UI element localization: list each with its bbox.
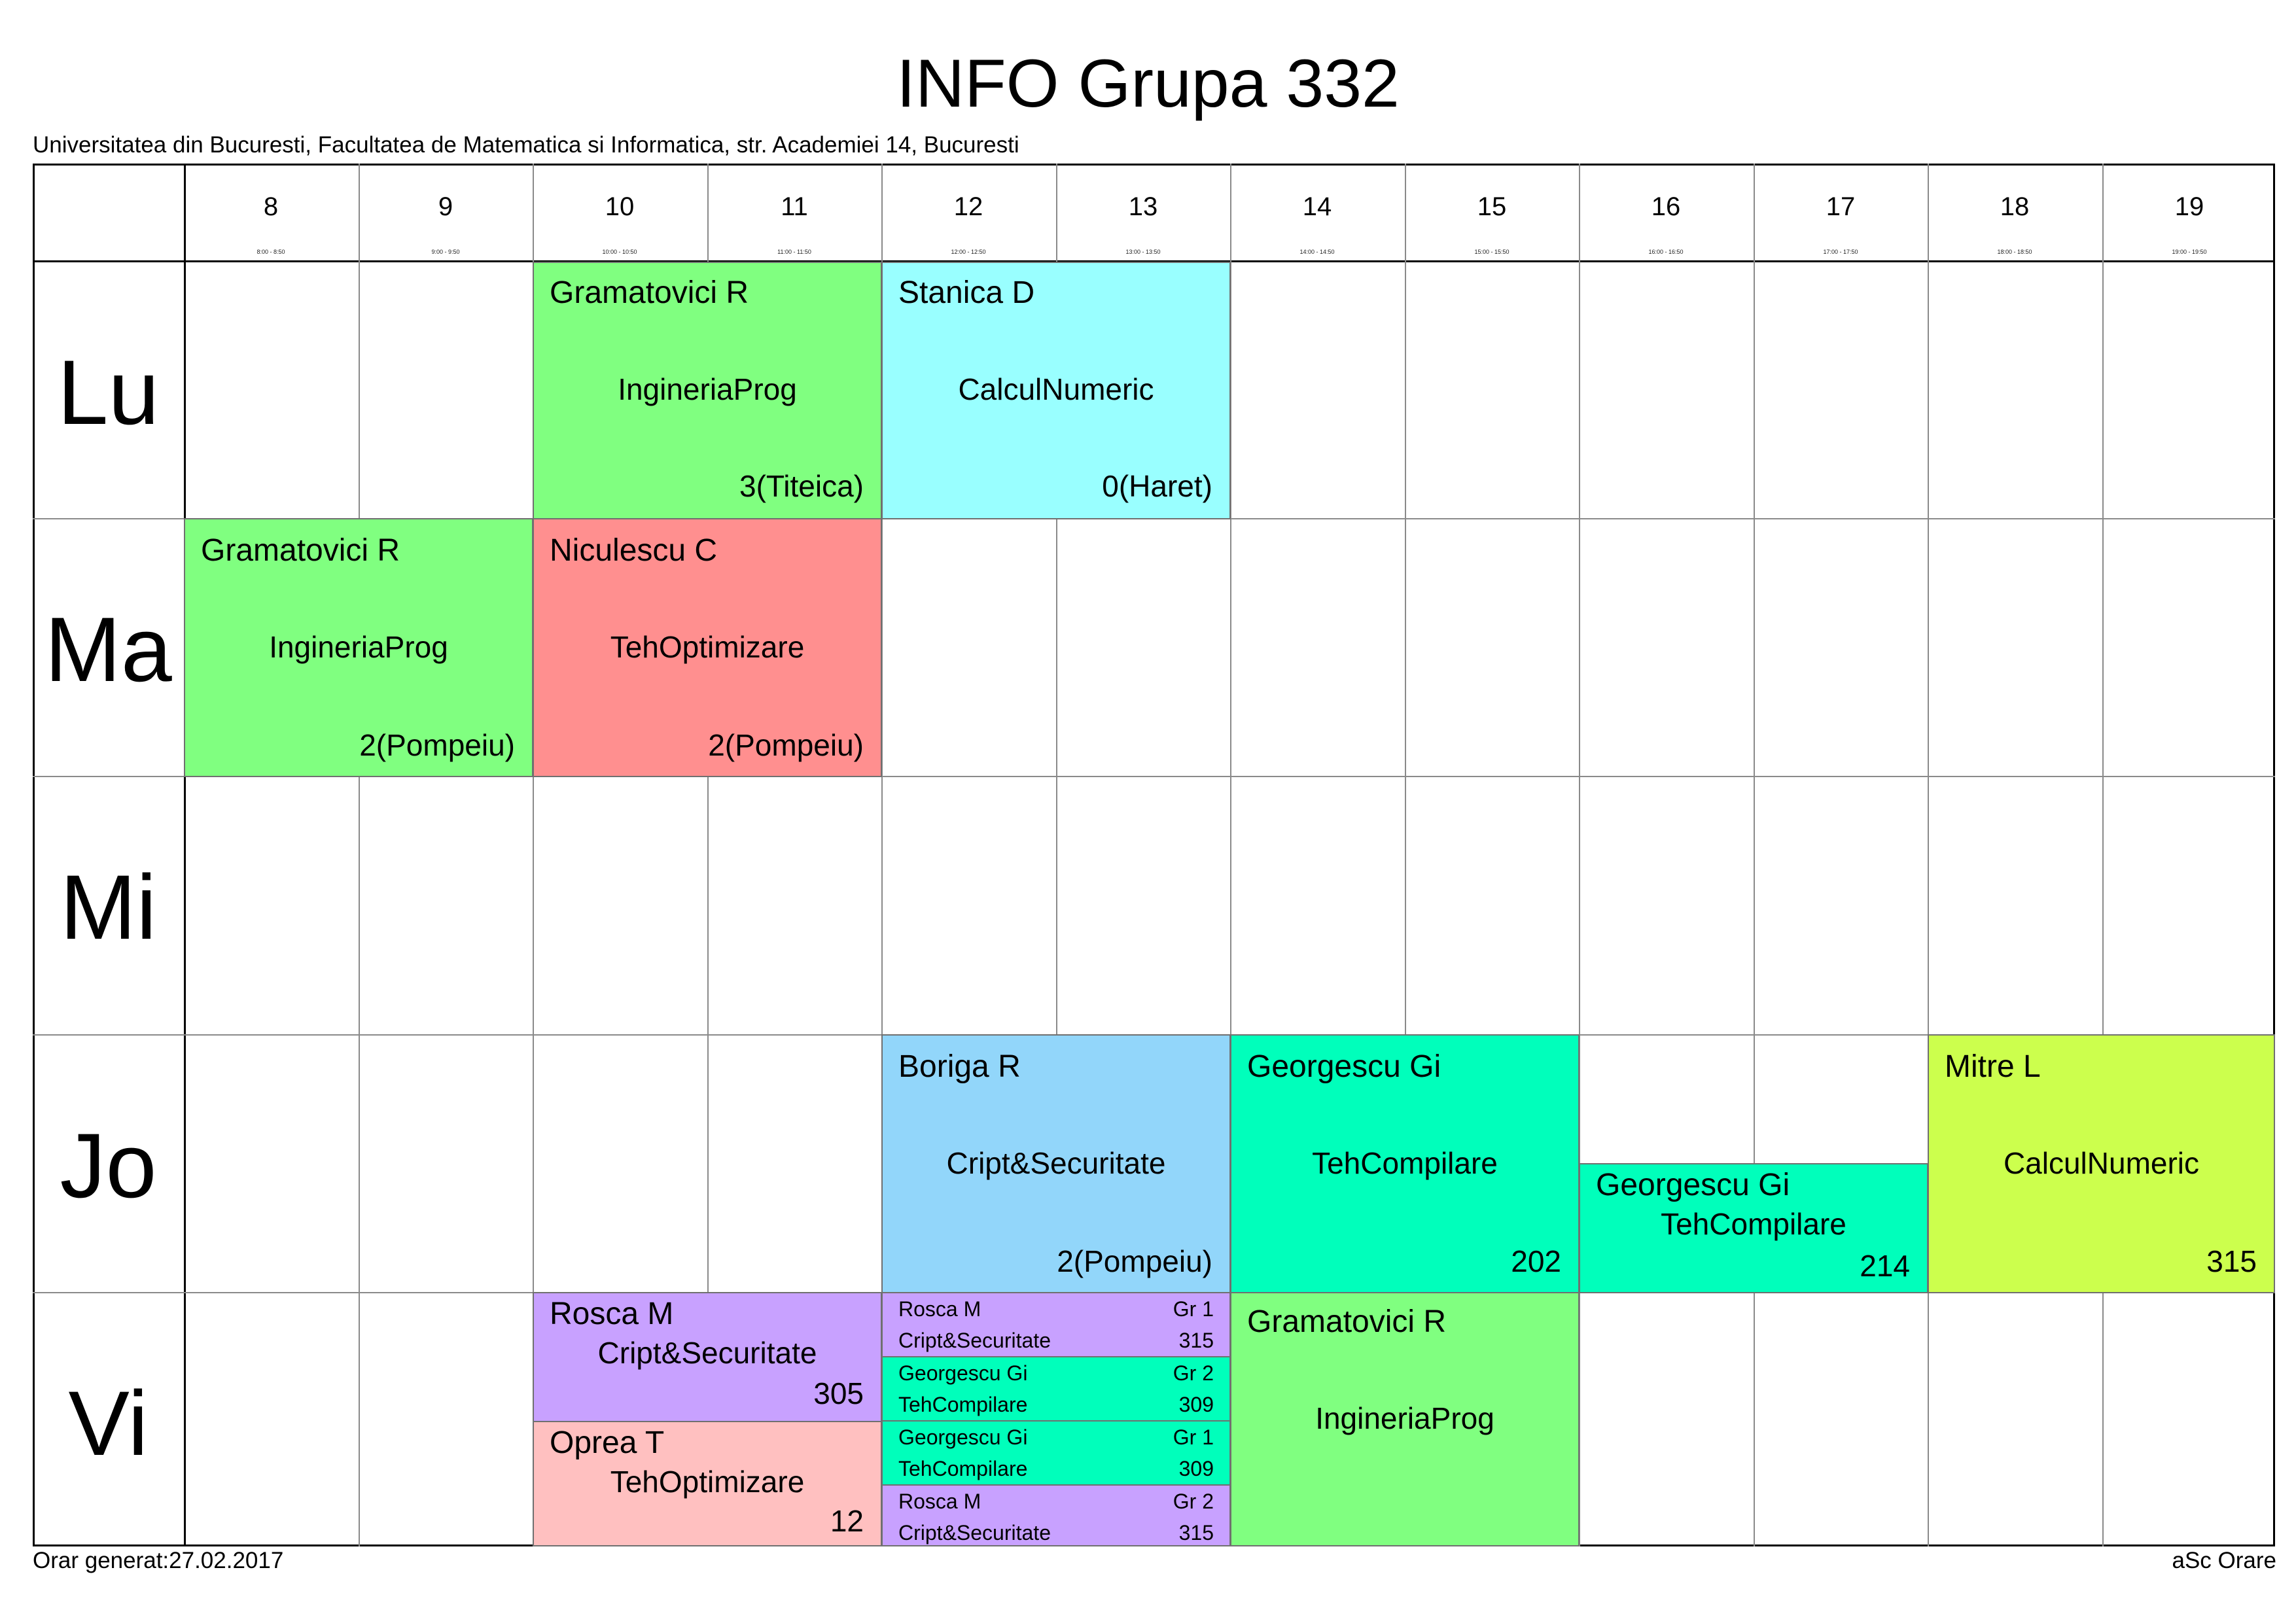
lesson-room: 315 (2206, 1244, 2257, 1278)
lesson-subject: Cript&Securitate (946, 1146, 1166, 1180)
hour-range: 17:00 - 17:50 (1823, 249, 1858, 255)
lesson-room: 214 (1860, 1249, 1910, 1283)
day-label-lu: Lu (57, 341, 160, 444)
hour-header: 14 (1302, 192, 1332, 221)
group-lesson-card[interactable]: Rosca M Gr 2 Cript&Securitate 315 (881, 1484, 1231, 1546)
lesson-teacher: Georgescu Gi (1247, 1049, 1441, 1084)
hour-header: 15 (1477, 192, 1507, 221)
lesson-card[interactable]: Georgescu Gi TehCompilare 214 (1579, 1163, 1928, 1293)
group-lesson-subject: TehCompilare (898, 1393, 1028, 1416)
hour-header: 9 (438, 192, 453, 221)
lesson-card[interactable]: Georgescu Gi TehCompilare 202 (1230, 1034, 1580, 1293)
lesson-teacher: Oprea T (550, 1425, 665, 1460)
hour-header: 11 (781, 192, 808, 221)
hour-range: 9:00 - 9:50 (431, 249, 460, 255)
hour-header: 17 (1826, 192, 1856, 221)
lesson-subject: TehCompilare (1312, 1146, 1498, 1180)
group-lesson-room: 315 (1178, 1329, 1214, 1352)
generated-date: Orar generat:27.02.2017 (33, 1548, 284, 1573)
hour-header: 19 (2174, 192, 2204, 221)
lesson-room: 12 (830, 1504, 864, 1538)
grid-vline (2102, 164, 2104, 1546)
day-column-separator (184, 164, 186, 1546)
group-lesson-teacher: Georgescu Gi (898, 1425, 1028, 1449)
group-lesson-card[interactable]: Georgescu Gi Gr 1 TehCompilare 309 (881, 1420, 1231, 1486)
group-lesson-room: 309 (1178, 1457, 1214, 1480)
lesson-card[interactable]: Stanica D CalculNumeric 0(Haret) (881, 262, 1231, 519)
lesson-room: 2(Pompeiu) (1057, 1244, 1212, 1278)
hour-range: 10:00 - 10:50 (602, 249, 637, 255)
day-label-ma: Ma (44, 598, 172, 701)
day-label-mi: Mi (60, 856, 157, 958)
hour-range: 15:00 - 15:50 (1474, 249, 1510, 255)
group-lesson-room: 315 (1178, 1521, 1214, 1544)
group-lesson-group: Gr 1 (1173, 1425, 1214, 1449)
lesson-card[interactable]: Rosca M Cript&Securitate 305 (533, 1292, 882, 1422)
lesson-subject: IngineriaProg (1315, 1401, 1494, 1435)
lesson-subject: IngineriaProg (269, 630, 448, 664)
lesson-subject: IngineriaProg (618, 372, 797, 406)
lesson-card[interactable]: Gramatovici R IngineriaProg 3(Titeica) (533, 262, 882, 519)
lesson-teacher: Niculescu C (550, 533, 718, 568)
hour-header: 18 (2000, 192, 2030, 221)
lesson-subject: TehOptimizare (610, 630, 805, 664)
software-credit: aSc Orare (2172, 1548, 2277, 1573)
lesson-card[interactable]: Oprea T TehOptimizare 12 (533, 1421, 882, 1546)
lesson-room: 305 (813, 1376, 864, 1410)
hour-range: 13:00 - 13:50 (1125, 249, 1161, 255)
group-lesson-teacher: Georgescu Gi (898, 1361, 1028, 1385)
lesson-teacher: Gramatovici R (201, 533, 400, 568)
lesson-subject: Cript&Securitate (597, 1336, 817, 1370)
lesson-room: 3(Titeica) (739, 469, 864, 503)
day-label-vi: Vi (68, 1372, 149, 1475)
group-lesson-teacher: Rosca M (898, 1297, 981, 1321)
lesson-teacher: Georgescu Gi (1596, 1168, 1790, 1202)
group-lesson-teacher: Rosca M (898, 1490, 981, 1513)
hour-range: 18:00 - 18:50 (1997, 249, 2032, 255)
lesson-room: 202 (1511, 1244, 1561, 1278)
hour-range: 19:00 - 19:50 (2172, 249, 2207, 255)
lesson-card[interactable]: Gramatovici R IngineriaProg 2(Pompeiu) (184, 518, 533, 777)
hour-range: 11:00 - 11:50 (777, 249, 811, 255)
lesson-subject: CalculNumeric (2003, 1146, 2200, 1180)
lesson-teacher: Rosca M (550, 1297, 674, 1331)
lesson-subject: TehOptimizare (610, 1465, 805, 1499)
hour-range: 16:00 - 16:50 (1648, 249, 1684, 255)
group-lesson-group: Gr 2 (1173, 1490, 1214, 1513)
group-lesson-subject: Cript&Securitate (898, 1521, 1051, 1544)
grid-vline (1754, 164, 1755, 1546)
group-lesson-card[interactable]: Rosca M Gr 1 Cript&Securitate 315 (881, 1292, 1231, 1357)
hour-header: 8 (263, 192, 279, 221)
hour-header: 12 (953, 192, 983, 221)
lesson-teacher: Gramatovici R (550, 275, 749, 310)
hour-range: 12:00 - 12:50 (951, 249, 986, 255)
grid-vline (359, 164, 360, 1546)
lesson-teacher: Mitre L (1945, 1049, 2041, 1084)
lesson-room: 2(Pompeiu) (708, 728, 864, 762)
day-label-jo: Jo (60, 1114, 157, 1217)
lesson-card[interactable]: Niculescu C TehOptimizare 2(Pompeiu) (533, 518, 882, 777)
hour-header: 13 (1128, 192, 1158, 221)
lesson-teacher: Stanica D (898, 275, 1035, 310)
lesson-subject: TehCompilare (1661, 1207, 1846, 1241)
lesson-card[interactable]: Boriga R Cript&Securitate 2(Pompeiu) (881, 1034, 1231, 1293)
lesson-card[interactable]: Mitre L CalculNumeric 315 (1928, 1034, 2275, 1293)
group-lesson-subject: TehCompilare (898, 1457, 1028, 1480)
hour-header: 16 (1651, 192, 1681, 221)
group-lesson-group: Gr 1 (1173, 1297, 1214, 1321)
hour-range: 14:00 - 14:50 (1299, 249, 1335, 255)
grid-vline (1928, 164, 1929, 1546)
lesson-subject: CalculNumeric (958, 372, 1154, 406)
lesson-room: 2(Pompeiu) (359, 728, 515, 762)
group-lesson-card[interactable]: Georgescu Gi Gr 2 TehCompilare 309 (881, 1356, 1231, 1422)
hour-range: 8:00 - 8:50 (256, 249, 285, 255)
group-lesson-group: Gr 2 (1173, 1361, 1214, 1385)
lesson-teacher: Gramatovici R (1247, 1304, 1447, 1339)
lesson-teacher: Boriga R (898, 1049, 1021, 1084)
hour-header: 10 (605, 192, 635, 221)
group-lesson-room: 309 (1178, 1393, 1214, 1416)
group-lesson-subject: Cript&Securitate (898, 1329, 1051, 1352)
lesson-card[interactable]: Gramatovici R IngineriaProg (1230, 1292, 1580, 1546)
lesson-room: 0(Haret) (1102, 469, 1212, 503)
